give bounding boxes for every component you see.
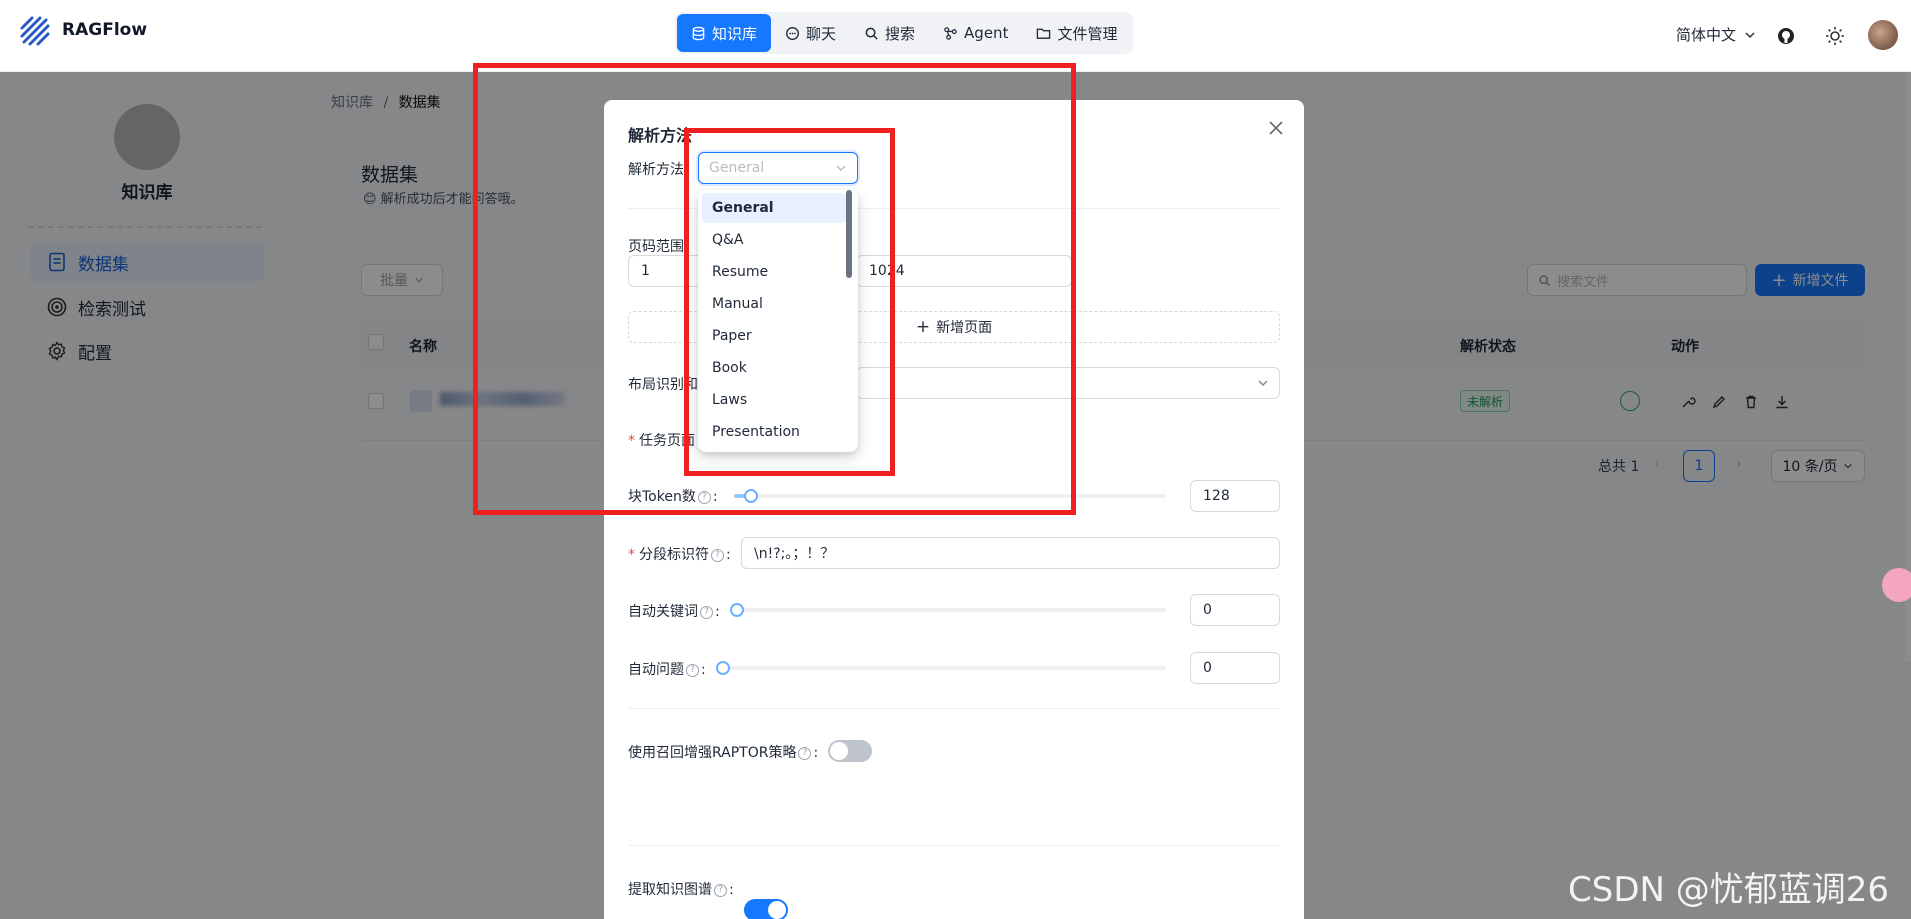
nav-label: 聊天	[806, 24, 837, 43]
chat-icon	[786, 26, 799, 40]
slider-handle[interactable]	[730, 603, 744, 617]
auto-question-label: 自动问题?:	[628, 662, 706, 678]
auto-keyword-label: 自动关键词?:	[628, 604, 720, 620]
delimiter-label: * 分段标识符?:	[628, 547, 731, 563]
search-icon	[865, 27, 878, 40]
knowledge-graph-toggle[interactable]	[744, 899, 788, 919]
knowledge-graph-label: 提取知识图谱?:	[628, 882, 734, 898]
raptor-toggle[interactable]	[828, 740, 872, 762]
close-icon[interactable]	[1266, 118, 1286, 138]
knowledge-graph-text: 提取知识图谱	[628, 882, 712, 898]
auto-question-text: 自动问题	[628, 662, 684, 678]
app-brand: RAGFlow	[62, 20, 148, 40]
ragflow-logo-icon[interactable]	[18, 14, 52, 48]
auto-keyword-input[interactable]: 0	[1190, 594, 1280, 626]
nav-item-knowledge-base[interactable]: 知识库	[677, 14, 772, 52]
github-icon[interactable]	[1776, 26, 1796, 46]
nav-label: 知识库	[712, 24, 758, 43]
auto-question-slider[interactable]	[716, 661, 1166, 675]
chunk-token-input[interactable]: 128	[1190, 480, 1280, 512]
sun-icon[interactable]	[1825, 26, 1845, 46]
nav-label: 文件管理	[1057, 24, 1118, 43]
delimiter-text: 分段标识符	[639, 547, 709, 563]
language-label: 简体中文	[1676, 26, 1737, 44]
auto-question-input[interactable]: 0	[1190, 652, 1280, 684]
annotation-box-inner	[684, 128, 895, 476]
user-avatar[interactable]	[1868, 20, 1898, 50]
nav-item-chat[interactable]: 聊天	[771, 14, 850, 52]
auto-keyword-slider[interactable]	[730, 603, 1166, 617]
main-nav: 知识库 聊天 搜索 Agent 文件管理	[675, 12, 1134, 54]
watermark: CSDN @忧郁蓝调26	[1568, 870, 1890, 910]
language-select[interactable]: 简体中文	[1676, 24, 1756, 45]
chevron-down-icon	[1745, 31, 1755, 38]
chevron-down-icon	[1258, 380, 1268, 387]
translate-float-icon[interactable]	[1882, 568, 1911, 602]
help-icon[interactable]: ?	[711, 548, 724, 562]
nav-label: 搜索	[885, 24, 916, 43]
raptor-text: 使用召回增强RAPTOR策略	[628, 745, 797, 761]
help-icon[interactable]: ?	[686, 663, 699, 677]
delimiter-input[interactable]: \n!?;。；！？	[741, 537, 1280, 569]
slider-handle[interactable]	[716, 661, 730, 675]
nav-label: Agent	[964, 24, 1009, 42]
raptor-label: 使用召回增强RAPTOR策略?:	[628, 745, 819, 761]
help-icon[interactable]: ?	[798, 746, 812, 760]
modal-divider	[628, 708, 1280, 709]
nav-item-search[interactable]: 搜索	[850, 14, 929, 52]
nav-item-files[interactable]: 文件管理	[1022, 14, 1131, 52]
agent-icon	[944, 26, 957, 40]
auto-keyword-text: 自动关键词	[628, 604, 698, 620]
help-icon[interactable]: ?	[700, 605, 713, 619]
folder-icon	[1037, 28, 1051, 39]
help-icon[interactable]: ?	[714, 883, 727, 897]
nav-item-agent[interactable]: Agent	[929, 14, 1022, 52]
modal-divider	[628, 845, 1280, 846]
database-icon	[692, 26, 705, 40]
